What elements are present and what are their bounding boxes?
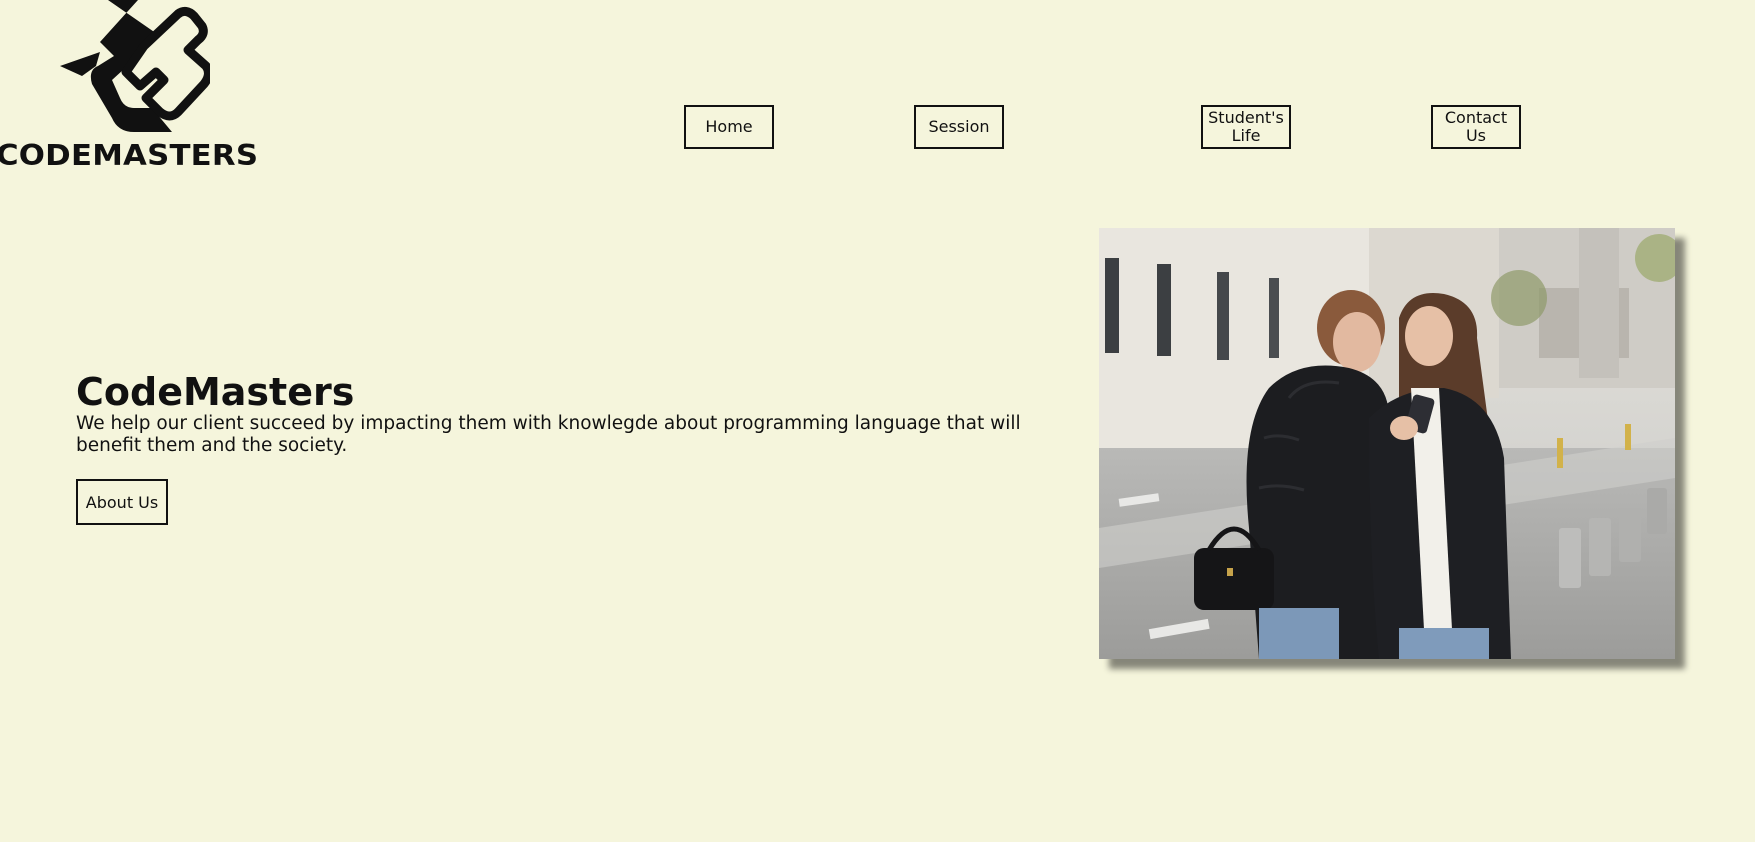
hero-photo (1099, 228, 1675, 659)
logo-text: CODEMASTERS (0, 139, 259, 172)
logo[interactable]: CODEMASTERS (0, 0, 290, 172)
hero-title: CodeMasters (76, 370, 355, 414)
hero-description: We help our client succeed by impacting … (76, 413, 1021, 456)
codemasters-logo-icon (60, 0, 210, 140)
nav-session-button[interactable]: Session (914, 105, 1004, 149)
nav-students-life-button[interactable]: Student's Life (1201, 105, 1291, 149)
nav-contact-us-button[interactable]: Contact Us (1431, 105, 1521, 149)
about-us-button[interactable]: About Us (76, 479, 168, 525)
nav-home-button[interactable]: Home (684, 105, 774, 149)
page: CODEMASTERS Home Session Student's Life … (0, 0, 1755, 842)
